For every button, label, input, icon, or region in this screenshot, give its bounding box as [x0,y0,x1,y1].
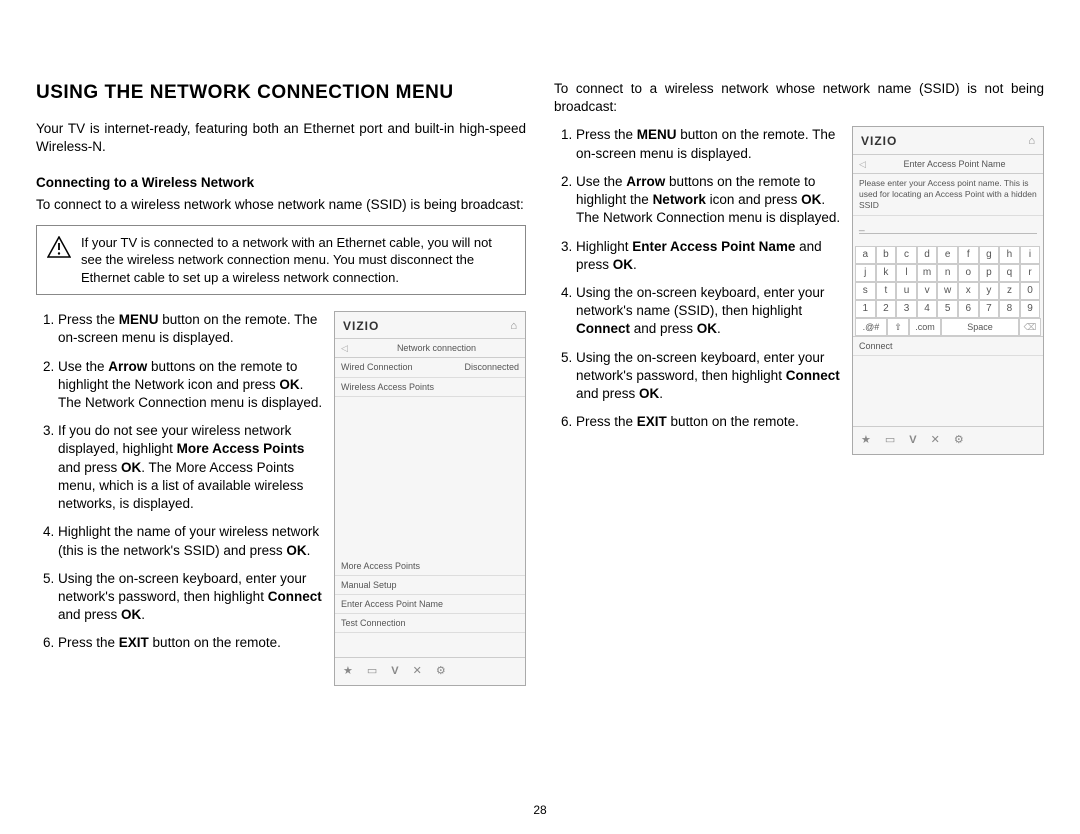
section-heading: USING THE NETWORK CONNECTION MENU [36,80,526,106]
close-icon-2: ✕ [931,433,940,448]
key-x: x [958,282,979,300]
key-backspace: ⌫ [1019,318,1041,336]
key-w: w [937,282,958,300]
vizio-logo-2: VIZIO [861,133,897,149]
enter-ap-name-row: Enter Access Point Name [335,595,525,614]
step-5: Using the on-screen keyboard, enter your… [58,570,324,625]
lead-text: To connect to a wireless network whose n… [36,196,526,214]
key-3: 3 [896,300,917,318]
left-column: USING THE NETWORK CONNECTION MENU Your T… [36,80,526,686]
key-q: q [999,264,1020,282]
connect-row: Connect [853,336,1043,356]
onscreen-keyboard: abcdefghi jklmnopqr stuvwxyz0 123456789 [853,244,1043,318]
key-m: m [917,264,938,282]
key-e: e [937,246,958,264]
step-4: Highlight the name of your wireless netw… [58,523,324,559]
wired-connection-row: Wired ConnectionDisconnected [335,358,525,377]
right-steps: Press the MENU button on the remote. The… [554,126,842,454]
rstep-2: Use the Arrow buttons on the remote to h… [576,173,842,228]
vizio-logo: VIZIO [343,318,379,334]
key-8: 8 [999,300,1020,318]
more-ap-row: More Access Points [335,557,525,576]
rstep-4: Using the on-screen keyboard, enter your… [576,284,842,339]
v-icon-2: V [909,433,916,448]
key-d: d [917,246,938,264]
key-0: 0 [1020,282,1041,300]
ssid-input-mock: _ [859,220,1037,234]
key-h: h [999,246,1020,264]
key-u: u [896,282,917,300]
star-icon: ★ [343,664,353,679]
manual-setup-row: Manual Setup [335,576,525,595]
rstep-3: Highlight Enter Access Point Name and pr… [576,238,842,274]
home-icon-2: ⌂ [1028,134,1035,149]
step-3: If you do not see your wireless network … [58,422,324,513]
v-icon: V [391,664,398,679]
key-6: 6 [958,300,979,318]
key-i: i [1020,246,1041,264]
mock-footer: ★ ▭ V ✕ ⚙ [335,657,525,685]
test-connection-row: Test Connection [335,614,525,633]
key-symbols: .@# [855,318,887,336]
key-r: r [1020,264,1041,282]
key-5: 5 [937,300,958,318]
enter-ap-name-mock: VIZIO ⌂ ◁Enter Access Point Name Please … [852,126,1044,454]
key-z: z [999,282,1020,300]
step-1: Press the MENU button on the remote. The… [58,311,324,347]
widescreen-icon-2: ▭ [885,433,895,448]
key-a: a [855,246,876,264]
mock2-footer: ★ ▭ V ✕ ⚙ [853,426,1043,454]
left-steps: Press the MENU button on the remote. The… [36,311,324,686]
key-n: n [937,264,958,282]
gear-icon-2: ⚙ [954,433,964,448]
rstep-1: Press the MENU button on the remote. The… [576,126,842,162]
key-j: j [855,264,876,282]
key-l: l [896,264,917,282]
key-dotcom: .com [909,318,941,336]
key-y: y [979,282,1000,300]
subheading: Connecting to a Wireless Network [36,174,526,192]
intro-text: Your TV is internet-ready, featuring bot… [36,120,526,156]
key-9: 9 [1020,300,1041,318]
warning-icon [47,236,71,258]
key-o: o [958,264,979,282]
key-2: 2 [876,300,897,318]
rstep-6: Press the EXIT button on the remote. [576,413,842,431]
key-1: 1 [855,300,876,318]
page-number: 28 [0,802,1080,818]
mock2-note: Please enter your Access point name. Thi… [853,174,1043,216]
right-lead: To connect to a wireless network whose n… [554,80,1044,116]
key-p: p [979,264,1000,282]
rstep-5: Using the on-screen keyboard, enter your… [576,349,842,404]
key-space: Space [941,318,1019,336]
right-column: To connect to a wireless network whose n… [554,80,1044,686]
warning-box: If your TV is connected to a network wit… [36,225,526,296]
key-b: b [876,246,897,264]
key-s: s [855,282,876,300]
wireless-ap-row: Wireless Access Points [335,378,525,397]
widescreen-icon: ▭ [367,664,377,679]
close-icon: ✕ [413,664,422,679]
mock2-title: ◁Enter Access Point Name [853,154,1043,174]
warning-text: If your TV is connected to a network wit… [81,234,515,287]
key-t: t [876,282,897,300]
key-4: 4 [917,300,938,318]
mock-title: ◁Network connection [335,338,525,358]
key-7: 7 [979,300,1000,318]
key-g: g [979,246,1000,264]
key-f: f [958,246,979,264]
key-c: c [896,246,917,264]
star-icon-2: ★ [861,433,871,448]
key-v: v [917,282,938,300]
step-2: Use the Arrow buttons on the remote to h… [58,358,324,413]
network-connection-mock: VIZIO ⌂ ◁Network connection Wired Connec… [334,311,526,686]
key-shift: ⇧ [887,318,909,336]
home-icon: ⌂ [510,319,517,334]
step-6: Press the EXIT button on the remote. [58,634,324,652]
key-k: k [876,264,897,282]
gear-icon: ⚙ [436,664,446,679]
